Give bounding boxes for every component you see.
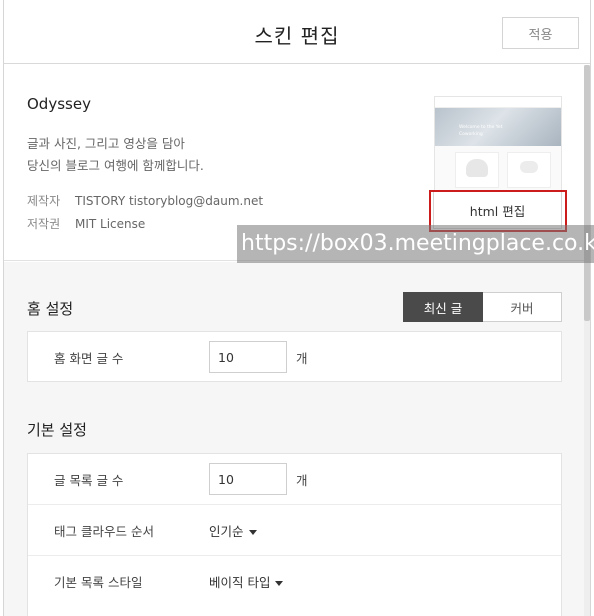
license-key: 저작권 bbox=[27, 217, 61, 231]
skin-description: 글과 사진, 그리고 영상을 담아 당신의 블로그 여행에 함께합니다. bbox=[27, 133, 204, 177]
settings-area: 홈 설정 최신 글 커버 홈 화면 글 수 개 기본 설정 글 목록 글 수 개… bbox=[4, 262, 590, 616]
skin-description-line1: 글과 사진, 그리고 영상을 담아 bbox=[27, 136, 185, 151]
thumbnail-hero-line1: Welcome to the Yet bbox=[459, 125, 503, 130]
url-watermark: https://box03.meetingplace.co.k bbox=[237, 225, 594, 263]
scrollbar-thumb[interactable] bbox=[584, 65, 590, 321]
skin-editor-panel: 스킨 편집 적용 Odyssey 글과 사진, 그리고 영상을 담아 당신의 블… bbox=[3, 0, 591, 616]
home-settings-panel: 홈 화면 글 수 개 bbox=[27, 331, 562, 382]
list-style-row: 기본 목록 스타일 베이직 타입 bbox=[28, 556, 561, 607]
skin-author: 제작자 TISTORY tistoryblog@daum.net bbox=[27, 192, 263, 209]
header: 스킨 편집 적용 bbox=[4, 0, 590, 64]
thumbnail-card-bubble bbox=[507, 152, 551, 188]
thumbnail-card-chair bbox=[455, 152, 499, 188]
skin-description-line2: 당신의 블로그 여행에 함께합니다. bbox=[27, 158, 204, 173]
home-post-count-label: 홈 화면 글 수 bbox=[54, 351, 124, 366]
thumbnail-hero-line2: Coworking bbox=[459, 132, 483, 137]
list-style-label: 기본 목록 스타일 bbox=[54, 575, 143, 590]
license-value: MIT License bbox=[75, 217, 146, 231]
author-key: 제작자 bbox=[27, 194, 61, 208]
list-post-count-unit: 개 bbox=[296, 473, 308, 488]
author-value: TISTORY tistoryblog@daum.net bbox=[75, 194, 264, 208]
toggle-cover[interactable]: 커버 bbox=[483, 292, 562, 322]
tag-cloud-order-value: 인기순 bbox=[209, 524, 244, 539]
home-post-count-input[interactable] bbox=[209, 341, 287, 373]
list-post-count-row: 글 목록 글 수 개 bbox=[28, 454, 561, 505]
chair-icon bbox=[466, 159, 488, 177]
bubble-icon bbox=[520, 161, 538, 173]
basic-settings-title: 기본 설정 bbox=[27, 421, 87, 439]
list-post-count-label: 글 목록 글 수 bbox=[54, 473, 124, 488]
home-settings-title: 홈 설정 bbox=[27, 300, 74, 318]
caret-down-icon bbox=[275, 581, 284, 586]
home-mode-toggle: 최신 글 커버 bbox=[403, 292, 562, 322]
list-style-value: 베이직 타입 bbox=[209, 575, 271, 590]
thumbnail-topbar bbox=[435, 97, 561, 108]
skin-name: Odyssey bbox=[27, 95, 91, 113]
home-post-count-row: 홈 화면 글 수 개 bbox=[28, 332, 561, 383]
home-post-count-unit: 개 bbox=[296, 351, 308, 366]
html-edit-button[interactable]: html 편집 bbox=[433, 191, 562, 229]
tag-cloud-order-label: 태그 클라우드 순서 bbox=[54, 524, 154, 539]
skin-preview-thumbnail: Welcome to the Yet Coworking bbox=[434, 96, 562, 192]
tag-cloud-order-select[interactable]: 인기순 bbox=[209, 521, 257, 540]
basic-settings-panel: 글 목록 글 수 개 태그 클라우드 순서 인기순 기본 목록 스타일 베이직 … bbox=[27, 453, 562, 616]
tag-cloud-order-row: 태그 클라우드 순서 인기순 bbox=[28, 505, 561, 556]
caret-down-icon bbox=[248, 530, 257, 535]
apply-button[interactable]: 적용 bbox=[502, 17, 579, 49]
toggle-latest-posts[interactable]: 최신 글 bbox=[403, 292, 483, 322]
list-post-count-input[interactable] bbox=[209, 463, 287, 495]
thumbnail-hero: Welcome to the Yet Coworking bbox=[435, 108, 561, 146]
skin-license: 저작권 MIT License bbox=[27, 215, 145, 232]
list-style-select[interactable]: 베이직 타입 bbox=[209, 572, 284, 591]
scrollbar[interactable] bbox=[584, 65, 590, 616]
